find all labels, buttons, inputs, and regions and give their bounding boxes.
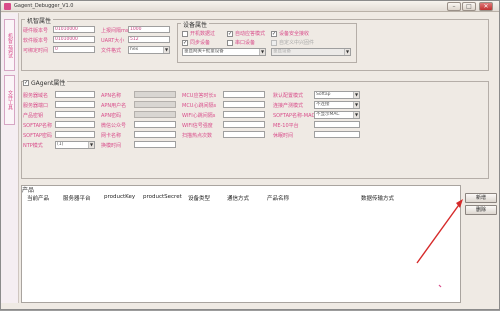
annotation-arrow-icon bbox=[416, 199, 463, 288]
app-window: Gagent_Debugger_V1.0 – □ ✕ 机智云调试 文件工具 机智… bbox=[0, 0, 500, 310]
